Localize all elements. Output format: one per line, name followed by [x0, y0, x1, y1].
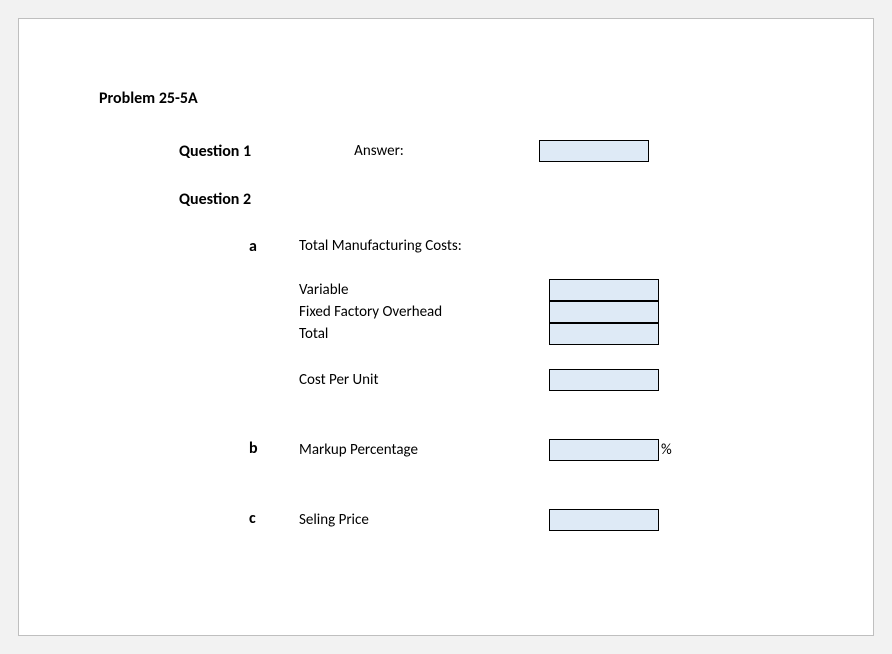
- part-b-letter: b: [99, 439, 299, 461]
- markup-percentage-input[interactable]: [549, 439, 659, 461]
- fixed-overhead-input[interactable]: [549, 301, 659, 323]
- cost-per-unit-row: Cost Per Unit: [299, 369, 813, 391]
- markup-percentage-label: Markup Percentage: [299, 441, 549, 459]
- part-a-title: Total Manufacturing Costs:: [299, 237, 813, 255]
- part-c-content: Seling Price: [299, 509, 813, 531]
- question1-row: Question 1 Answer:: [99, 140, 813, 162]
- variable-input[interactable]: [549, 279, 659, 301]
- selling-price-input[interactable]: [549, 509, 659, 531]
- fixed-overhead-label: Fixed Factory Overhead: [299, 303, 549, 321]
- worksheet-page: Problem 25-5A Question 1 Answer: Questio…: [18, 18, 874, 636]
- question1-label: Question 1: [99, 142, 299, 161]
- part-b-row: b Markup Percentage %: [99, 439, 813, 461]
- cost-per-unit-input[interactable]: [549, 369, 659, 391]
- part-a-letter: a: [99, 237, 299, 391]
- question1-answer-label: Answer:: [299, 142, 459, 160]
- fixed-overhead-row: Fixed Factory Overhead: [299, 301, 813, 323]
- total-input[interactable]: [549, 323, 659, 345]
- question1-answer-input[interactable]: [539, 140, 649, 162]
- part-a-row: a Total Manufacturing Costs: Variable Fi…: [99, 237, 813, 391]
- part-c-letter: c: [99, 509, 299, 531]
- total-label: Total: [299, 325, 549, 343]
- question2-block: Question 2 a Total Manufacturing Costs: …: [99, 190, 813, 531]
- selling-price-row: Seling Price: [299, 509, 813, 531]
- problem-title: Problem 25-5A: [99, 89, 813, 108]
- question2-label: Question 2: [99, 190, 813, 209]
- variable-row: Variable: [299, 279, 813, 301]
- percent-sign: %: [661, 441, 672, 459]
- part-a-content: Total Manufacturing Costs: Variable Fixe…: [299, 237, 813, 391]
- cost-per-unit-label: Cost Per Unit: [299, 371, 549, 389]
- part-c-row: c Seling Price: [99, 509, 813, 531]
- markup-percentage-row: Markup Percentage %: [299, 439, 813, 461]
- variable-label: Variable: [299, 281, 549, 299]
- selling-price-label: Seling Price: [299, 511, 549, 529]
- total-row: Total: [299, 323, 813, 345]
- part-b-content: Markup Percentage %: [299, 439, 813, 461]
